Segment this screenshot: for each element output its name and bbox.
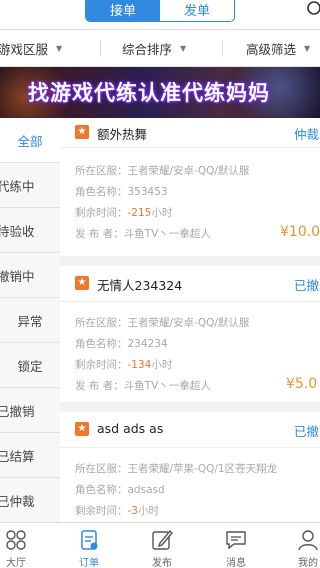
order-card-header: ★ 无情人234324 已撤 bbox=[60, 266, 320, 302]
sidebar-item-in-progress[interactable]: 代练中 bbox=[0, 163, 60, 208]
star-icon: ★ bbox=[75, 276, 89, 290]
top-header: 接单 发单 bbox=[0, 0, 320, 30]
order-price: ¥5.0 bbox=[286, 376, 318, 392]
filter-sort-label: 综合排序 bbox=[122, 42, 173, 57]
order-time-row: 剩余时间：-215小时 bbox=[75, 207, 173, 219]
sidebar-item-label: 已仲裁 bbox=[0, 493, 35, 509]
order-title: 额外热舞 bbox=[97, 127, 148, 142]
star-icon: ★ bbox=[75, 125, 89, 139]
order-icon bbox=[81, 530, 98, 550]
order-time-row: 剩余时间：-134小时 bbox=[75, 359, 173, 371]
sidebar-item-label: 撤销中 bbox=[0, 268, 35, 284]
order-status: 已撤 bbox=[294, 278, 320, 293]
sidebar-item-label: 代练中 bbox=[0, 178, 35, 194]
edit-icon bbox=[152, 529, 173, 550]
sidebar-item-label: 已撤销 bbox=[0, 403, 35, 419]
filter-advanced[interactable]: 高级筛选 ▼ bbox=[246, 30, 310, 67]
order-server-row: 所在区服：王者荣耀/安卓-QQ/默认服 bbox=[75, 165, 250, 177]
order-card-header: ★ asd ads as 已撤 bbox=[60, 412, 320, 448]
order-card-header: ★ 额外热舞 仲裁 bbox=[60, 118, 320, 148]
sidebar-item-pending-acceptance[interactable]: 待验收 bbox=[0, 208, 60, 253]
tab-label: 发布 bbox=[152, 558, 172, 568]
tab-messages[interactable]: 消息 bbox=[204, 523, 268, 568]
filter-game-server[interactable]: 游戏区服 ▼ bbox=[0, 30, 62, 67]
order-server-row: 所在区服：王者荣耀/苹果-QQ/1区苍天翔龙 bbox=[75, 463, 278, 475]
status-sidebar: 全部 代练中 待验收 撤销中 异常 锁定 已撤销 已结算 已仲裁 bbox=[0, 118, 60, 523]
tab-publish[interactable]: 发布 bbox=[130, 523, 194, 568]
tab-lobby[interactable]: 大厅 bbox=[0, 523, 48, 568]
sidebar-item-label: 异常 bbox=[17, 313, 43, 329]
sidebar-item-label: 待验收 bbox=[0, 223, 35, 239]
tab-label: 订单 bbox=[79, 558, 99, 568]
order-card[interactable]: ★ 额外热舞 仲裁 所在区服：王者荣耀/安卓-QQ/默认服 角色名称：35345… bbox=[60, 118, 320, 256]
sidebar-item-locked[interactable]: 锁定 bbox=[0, 343, 60, 388]
order-publisher-row: 发 布 者：斗鱼TV丶一拳超人 bbox=[75, 380, 211, 392]
caret-down-icon: ▼ bbox=[304, 44, 311, 53]
app-root: 接单 发单 游戏区服 ▼ 综合排序 ▼ 高级筛选 ▼ 找游戏代练认准代练妈妈 全… bbox=[0, 0, 320, 568]
sidebar-item-all[interactable]: 全部 bbox=[0, 118, 60, 163]
order-time-row: 剩余时间：-3小时 bbox=[75, 505, 159, 517]
filter-advanced-label: 高级筛选 bbox=[246, 42, 297, 57]
order-server-row: 所在区服：王者荣耀/安卓-QQ/默认服 bbox=[75, 317, 250, 329]
bottom-tab-bar: 大厅 订单 发布 消息 我的 bbox=[0, 522, 320, 568]
tab-post-orders[interactable]: 发单 bbox=[160, 0, 234, 21]
divider bbox=[100, 40, 101, 57]
sidebar-item-label: 全部 bbox=[17, 133, 43, 149]
order-role-row: 角色名称：adsasd bbox=[75, 484, 165, 496]
order-title: asd ads as bbox=[97, 421, 164, 436]
filter-sort[interactable]: 综合排序 ▼ bbox=[122, 30, 186, 67]
filter-game-server-label: 游戏区服 bbox=[0, 42, 49, 57]
message-icon bbox=[226, 531, 246, 550]
filter-bar: 游戏区服 ▼ 综合排序 ▼ 高级筛选 ▼ bbox=[0, 30, 320, 67]
order-status: 仲裁 bbox=[294, 127, 320, 142]
sidebar-item-cancelling[interactable]: 撤销中 bbox=[0, 253, 60, 298]
sidebar-item-arbitrated[interactable]: 已仲裁 bbox=[0, 478, 60, 523]
grid-icon bbox=[6, 530, 26, 550]
order-mode-switch: 接单 发单 bbox=[85, 0, 235, 22]
sidebar-item-label: 已结算 bbox=[0, 448, 35, 464]
sidebar-item-abnormal[interactable]: 异常 bbox=[0, 298, 60, 343]
caret-down-icon: ▼ bbox=[180, 44, 187, 53]
order-title: 无情人234324 bbox=[97, 278, 183, 293]
sidebar-item-cancelled[interactable]: 已撤销 bbox=[0, 388, 60, 433]
star-icon: ★ bbox=[75, 422, 89, 436]
tab-label: 大厅 bbox=[6, 558, 26, 568]
order-role-row: 角色名称：234234 bbox=[75, 338, 168, 350]
order-status: 已撤 bbox=[294, 424, 320, 439]
banner-text: 找游戏代练认准代练妈妈 bbox=[28, 81, 270, 105]
search-icon[interactable] bbox=[306, 0, 320, 18]
order-price: ¥10.0 bbox=[280, 224, 320, 240]
tab-label: 消息 bbox=[226, 558, 246, 568]
caret-down-icon: ▼ bbox=[56, 44, 63, 53]
tab-orders[interactable]: 订单 bbox=[57, 523, 121, 568]
order-card[interactable]: ★ 无情人234324 已撤 所在区服：王者荣耀/安卓-QQ/默认服 角色名称：… bbox=[60, 266, 320, 402]
user-icon bbox=[298, 530, 318, 551]
divider bbox=[222, 40, 223, 57]
order-list: ★ 额外热舞 仲裁 所在区服：王者荣耀/安卓-QQ/默认服 角色名称：35345… bbox=[60, 118, 320, 522]
order-publisher-row: 发 布 者：斗鱼TV丶一拳超人 bbox=[75, 228, 211, 240]
promo-banner[interactable]: 找游戏代练认准代练妈妈 bbox=[0, 67, 320, 118]
tab-label: 我的 bbox=[298, 558, 318, 568]
sidebar-item-settled[interactable]: 已结算 bbox=[0, 433, 60, 478]
order-card[interactable]: ★ asd ads as 已撤 所在区服：王者荣耀/苹果-QQ/1区苍天翔龙 角… bbox=[60, 412, 320, 522]
order-role-row: 角色名称：353453 bbox=[75, 186, 168, 198]
tab-accept-orders[interactable]: 接单 bbox=[86, 0, 160, 21]
sidebar-item-label: 锁定 bbox=[17, 358, 43, 374]
tab-profile[interactable]: 我的 bbox=[276, 523, 320, 568]
